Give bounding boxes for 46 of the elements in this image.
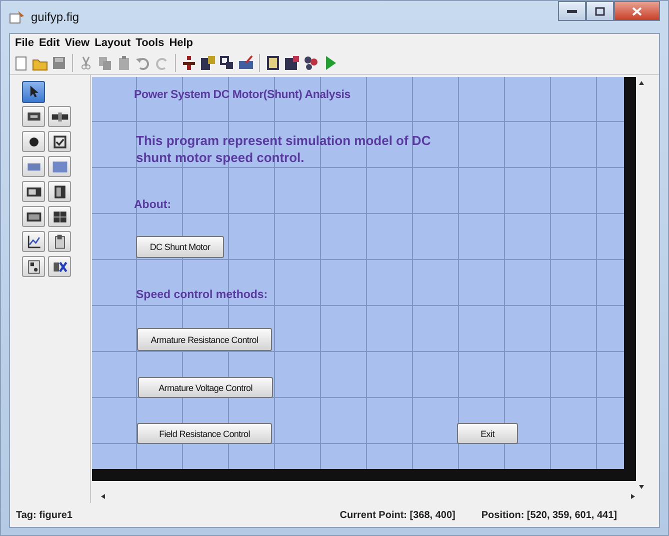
menu-item[interactable]: Layout [92,37,133,49]
palette-tool[interactable] [48,256,71,277]
palette-tool[interactable] [48,131,71,152]
palette-tool[interactable] [22,256,45,277]
figure-icon [9,10,25,24]
menu-item[interactable]: Edit [36,37,62,49]
close-button[interactable] [614,1,660,21]
minimize-button[interactable] [558,1,586,21]
position-label: Position: [520, 359, 601, 441] [481,510,617,520]
close-icon [632,6,642,16]
section-heading: About: [134,199,172,211]
push-button[interactable]: DC Shunt Motor [136,236,224,258]
section-heading: Speed control methods: [136,289,268,301]
push-button[interactable]: Armature Voltage Control [138,377,273,398]
palette-tool[interactable] [22,81,45,103]
scroll-up-icon[interactable] [639,81,644,85]
scroll-right-icon[interactable] [631,494,635,499]
maximize-button[interactable] [586,1,614,21]
menu-item[interactable]: Tools [134,37,166,49]
palette-tool[interactable] [48,231,71,252]
page-icon[interactable] [13,55,29,71]
palette-tool[interactable] [22,131,45,152]
menu-item[interactable]: File [13,37,36,49]
checkbox-icon [50,132,68,150]
push-button[interactable]: Exit [457,423,518,444]
palette-tool[interactable] [22,181,45,202]
palette-tool[interactable] [22,206,45,227]
paste-icon[interactable] [116,55,132,71]
current-point-label: Current Point: [368, 400] [340,510,456,520]
push-button[interactable]: Field Resistance Control [137,423,272,444]
window-title: guifyp.fig [31,10,80,24]
description-text: This program represent simulation model of DC shunt motor speed control. [136,132,432,166]
palette-tool[interactable] [48,206,71,227]
menu-item[interactable]: View [62,37,92,49]
scroll-down-icon[interactable] [639,485,644,489]
maximize-icon [595,6,605,16]
palette-tool[interactable] [48,181,71,202]
palette-tool[interactable] [22,231,45,252]
palette-tool[interactable] [22,106,45,127]
tag-label: Tag: figure1 [16,510,72,520]
palette-tool[interactable] [48,106,71,127]
minimize-icon [567,10,577,12]
push-button[interactable]: Armature Resistance Control [137,328,272,351]
menu-item[interactable]: Help [167,37,196,49]
gui-title: Power System DC Motor(Shunt) Analysis [134,89,350,101]
scroll-left-icon[interactable] [101,494,105,499]
